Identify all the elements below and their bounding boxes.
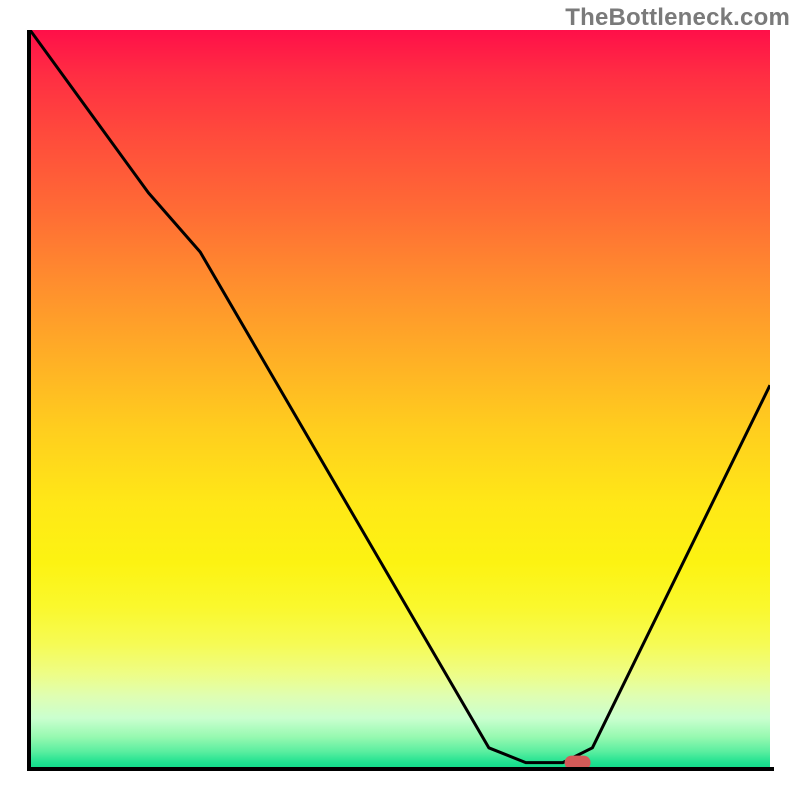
y-axis-line bbox=[27, 30, 31, 770]
bottleneck-curve bbox=[30, 30, 770, 763]
chart-container: TheBottleneck.com bbox=[0, 0, 800, 800]
watermark-text: TheBottleneck.com bbox=[565, 4, 790, 32]
plot-area bbox=[30, 30, 770, 770]
chart-overlay bbox=[30, 30, 770, 770]
x-axis-line bbox=[27, 767, 774, 771]
